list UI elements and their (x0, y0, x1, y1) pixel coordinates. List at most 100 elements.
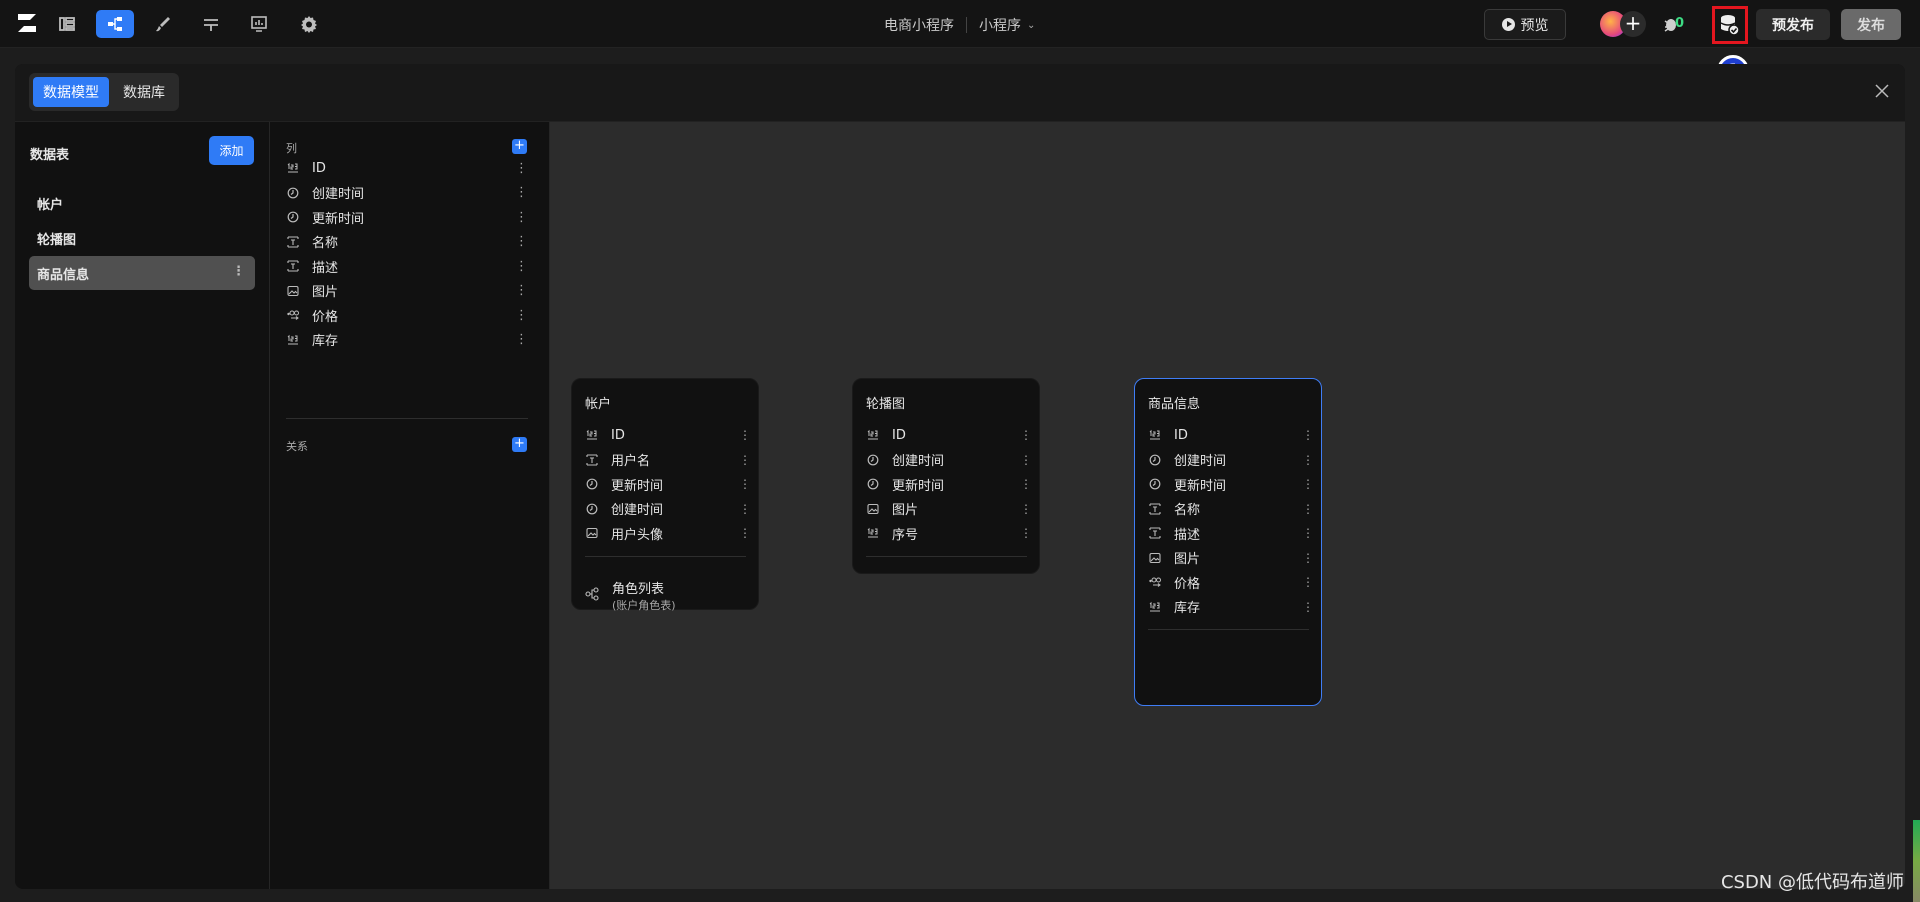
brush-icon[interactable] (144, 10, 182, 38)
dashboard-icon[interactable] (240, 10, 278, 38)
add-relation-button[interactable]: + (512, 437, 527, 452)
add-column-button[interactable]: + (512, 139, 527, 154)
more-vertical-icon[interactable]: ⋮ (739, 502, 751, 516)
field-row[interactable]: 创建时间 ⋮ (1148, 450, 1314, 470)
more-vertical-icon[interactable]: ⋮ (515, 259, 528, 274)
pages-icon[interactable] (48, 10, 86, 38)
image-icon (585, 526, 599, 540)
more-vertical-icon[interactable]: ⋮ (1302, 526, 1314, 540)
field-name: 创建时间 (892, 454, 945, 469)
flow-icon[interactable] (192, 10, 230, 38)
tab-database[interactable]: 数据库 (113, 77, 175, 107)
relation-icon (585, 586, 599, 601)
relation-name[interactable]: 角色列表 (612, 578, 664, 597)
scrollbar[interactable] (1913, 820, 1920, 902)
more-vertical-icon[interactable]: ⋮ (739, 477, 751, 491)
image-icon (866, 502, 880, 516)
field-row[interactable]: ID ⋮ (585, 425, 751, 445)
table-card-product[interactable]: 商品信息 ID ⋮ 创建时间 ⋮ 更新时间 ⋮ 名称 ⋮ 描述 ⋮ 图片 ⋮ 价格 ⋮ 库存 ⋮ (1134, 378, 1322, 706)
field-row[interactable]: 价格 ⋮ (1148, 572, 1314, 592)
image-icon (1148, 551, 1162, 565)
more-vertical-icon[interactable]: ⋮ (739, 453, 751, 467)
field-row[interactable]: 价格 ⋮ (286, 304, 534, 326)
more-vertical-icon[interactable]: ⋮ (515, 308, 528, 323)
add-collaborator-icon[interactable]: + (1620, 11, 1646, 37)
table-card-account[interactable]: 帐户 ID ⋮ 用户名 ⋮ 更新时间 ⋮ 创建时间 ⋮ 用户头像 ⋮ 角色列表 (账户角色表) (571, 378, 759, 612)
field-name: 更新时间 (611, 478, 664, 494)
more-vertical-icon[interactable]: ⋮ (1020, 428, 1032, 442)
field-row[interactable]: 序号 ⋮ (866, 523, 1032, 543)
database-status-button[interactable] (1712, 6, 1748, 44)
table-item-product[interactable]: 商品信息 ⋮ (29, 256, 255, 290)
field-row[interactable]: 更新时间 ⋮ (1148, 474, 1314, 494)
publish-button[interactable]: 发布 (1841, 9, 1901, 40)
more-vertical-icon[interactable]: ⋮ (1302, 502, 1314, 516)
field-row[interactable]: 描述 ⋮ (1148, 523, 1314, 543)
chevron-down-icon[interactable]: ⌄ (1027, 20, 1035, 31)
text-icon (1148, 502, 1162, 516)
er-canvas[interactable]: 帐户 ID ⋮ 用户名 ⋮ 更新时间 ⋮ 创建时间 ⋮ 用户头像 ⋮ 角色列表 (账户角色表) 轮播图 I… (550, 122, 1905, 889)
more-vertical-icon[interactable]: ⋮ (1020, 526, 1032, 540)
more-vertical-icon[interactable]: ⋮ (1302, 600, 1314, 614)
table-list: 数据表 添加 帐户 轮播图 商品信息 ⋮ (15, 122, 270, 889)
more-vertical-icon[interactable]: ⋮ (1302, 453, 1314, 467)
number-icon (866, 428, 880, 442)
more-vertical-icon[interactable]: ⋮ (1020, 502, 1032, 516)
more-vertical-icon[interactable]: ⋮ (739, 526, 751, 540)
more-vertical-icon[interactable]: ⋮ (1302, 477, 1314, 491)
card-divider (866, 555, 1027, 557)
number-icon (866, 526, 880, 540)
table-item-carousel[interactable]: 轮播图 (29, 221, 255, 255)
more-vertical-icon[interactable]: ⋮ (232, 264, 245, 279)
field-row[interactable]: 更新时间 ⋮ (286, 206, 534, 228)
field-row[interactable]: 创建时间 ⋮ (585, 499, 751, 519)
table-card-carousel[interactable]: 轮播图 ID ⋮ 创建时间 ⋮ 更新时间 ⋮ 图片 ⋮ 序号 ⋮ (852, 378, 1040, 574)
field-row[interactable]: ID ⋮ (866, 425, 1032, 445)
more-vertical-icon[interactable]: ⋮ (515, 161, 528, 176)
data-model-icon[interactable] (96, 10, 134, 38)
more-vertical-icon[interactable]: ⋮ (515, 185, 528, 200)
field-row[interactable]: 图片 ⋮ (1148, 548, 1314, 568)
more-vertical-icon[interactable]: ⋮ (739, 428, 751, 442)
field-row[interactable]: 更新时间 ⋮ (866, 474, 1032, 494)
field-row[interactable]: 创建时间 ⋮ (286, 182, 534, 204)
more-vertical-icon[interactable]: ⋮ (515, 283, 528, 298)
platform-select[interactable]: 小程序 (979, 15, 1021, 35)
field-row[interactable]: 用户头像 ⋮ (585, 523, 751, 543)
more-vertical-icon[interactable]: ⋮ (515, 210, 528, 225)
table-item-account[interactable]: 帐户 (29, 186, 255, 220)
close-icon[interactable] (1873, 82, 1891, 100)
field-row[interactable]: 用户名 ⋮ (585, 450, 751, 470)
clock-icon (585, 477, 599, 491)
more-vertical-icon[interactable]: ⋮ (1020, 453, 1032, 467)
title-separator (966, 17, 967, 33)
preview-button[interactable]: 预览 (1484, 9, 1566, 40)
field-row[interactable]: 图片 ⋮ (866, 499, 1032, 519)
logo-icon[interactable] (14, 10, 40, 36)
field-row[interactable]: 创建时间 ⋮ (866, 450, 1032, 470)
field-row[interactable]: 名称 ⋮ (1148, 499, 1314, 519)
card-divider (585, 555, 746, 557)
card-title: 商品信息 (1148, 397, 1201, 412)
number-icon (286, 161, 300, 175)
more-vertical-icon[interactable]: ⋮ (1302, 428, 1314, 442)
more-vertical-icon[interactable]: ⋮ (515, 234, 528, 249)
more-vertical-icon[interactable]: ⋮ (1302, 575, 1314, 589)
field-row[interactable]: ID ⋮ (1148, 425, 1314, 445)
gear-icon[interactable] (290, 10, 328, 38)
field-row[interactable]: 描述 ⋮ (286, 255, 534, 277)
field-name: ID (1174, 427, 1188, 443)
add-table-button[interactable]: 添加 (209, 136, 254, 165)
field-row[interactable]: 名称 ⋮ (286, 231, 534, 253)
more-vertical-icon[interactable]: ⋮ (1020, 477, 1032, 491)
more-vertical-icon[interactable]: ⋮ (515, 332, 528, 347)
field-name: 描述 (312, 260, 339, 276)
prepublish-button[interactable]: 预发布 (1756, 9, 1830, 40)
more-vertical-icon[interactable]: ⋮ (1302, 551, 1314, 565)
field-row[interactable]: 库存 ⋮ (286, 329, 534, 351)
tab-data-model[interactable]: 数据模型 (33, 77, 109, 107)
field-row[interactable]: 更新时间 ⋮ (585, 474, 751, 494)
field-row[interactable]: 库存 ⋮ (1148, 597, 1314, 617)
field-row[interactable]: ID ⋮ (286, 157, 534, 179)
field-row[interactable]: 图片 ⋮ (286, 280, 534, 302)
